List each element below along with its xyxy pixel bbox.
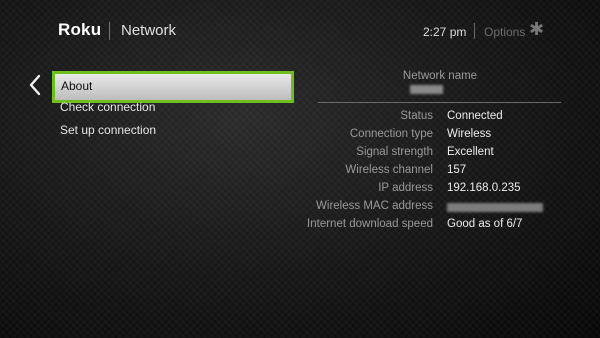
details-separator [318, 102, 561, 103]
detail-label: Internet download speed [307, 218, 433, 230]
detail-row-download-speed: Internet download speed Good as of 6/7 [0, 218, 600, 234]
detail-value: Good as of 6/7 [447, 218, 523, 230]
options-label[interactable]: Options [484, 25, 525, 39]
network-name-label: Network name [402, 70, 478, 82]
detail-label: IP address [378, 182, 433, 194]
options-divider [474, 23, 475, 39]
detail-row-wireless-mac: Wireless MAC address [0, 200, 600, 216]
network-name-redacted [410, 85, 443, 94]
chevron-left-icon[interactable] [28, 74, 42, 96]
detail-row-connection-type: Connection type Wireless [0, 128, 600, 144]
mac-address-redacted [447, 203, 543, 212]
detail-row-signal-strength: Signal strength Excellent [0, 146, 600, 162]
detail-label: Status [400, 110, 433, 122]
detail-label: Wireless MAC address [316, 200, 433, 212]
detail-row-status: Status Connected [0, 110, 600, 126]
detail-label: Wireless channel [345, 164, 433, 176]
detail-row-wireless-channel: Wireless channel 157 [0, 164, 600, 180]
asterisk-icon[interactable]: ✱ [529, 20, 544, 38]
detail-row-ip-address: IP address 192.168.0.235 [0, 182, 600, 198]
menu-item-about[interactable]: About [52, 71, 294, 103]
detail-value: Connected [447, 110, 503, 122]
detail-value: 192.168.0.235 [447, 182, 521, 194]
detail-label: Connection type [349, 128, 433, 140]
menu-item-label: About [61, 79, 93, 93]
detail-value: Excellent [447, 146, 494, 158]
page-title: Network [121, 22, 177, 39]
header-divider [109, 22, 110, 40]
detail-label: Signal strength [356, 146, 433, 158]
roku-logo: Roku [58, 20, 102, 39]
detail-value: 157 [447, 164, 467, 176]
clock: 2:27 pm [423, 25, 467, 39]
detail-value: Wireless [447, 128, 492, 140]
